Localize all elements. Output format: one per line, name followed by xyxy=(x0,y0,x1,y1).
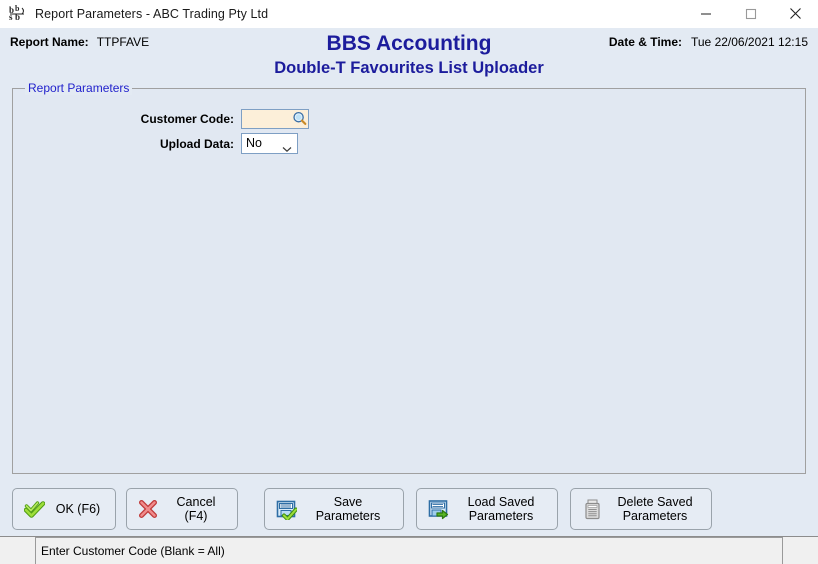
red-cross-icon xyxy=(137,498,159,520)
customer-code-label: Customer Code: xyxy=(140,111,234,126)
report-name-block: Report Name: TTPFAVE xyxy=(10,35,149,49)
close-button[interactable] xyxy=(773,0,818,27)
field-row-customer-code: Customer Code: xyxy=(13,107,318,130)
shredder-icon xyxy=(581,498,603,520)
chevron-down-icon[interactable] xyxy=(282,140,292,153)
cancel-button[interactable]: Cancel (F4) xyxy=(126,488,238,530)
report-name-label: Report Name: xyxy=(10,35,89,49)
report-header: Report Name: TTPFAVE BBS Accounting Doubl… xyxy=(0,28,818,82)
datetime-value: Tue 22/06/2021 12:15 xyxy=(691,35,808,49)
load-saved-parameters-button-label: Load Saved Parameters xyxy=(467,495,535,523)
report-title: Double-T Favourites List Uploader xyxy=(274,59,544,77)
group-legend: Report Parameters xyxy=(25,81,133,95)
ok-button[interactable]: OK (F6) xyxy=(12,488,116,530)
save-parameters-button[interactable]: Save Parameters xyxy=(264,488,404,530)
load-saved-parameters-button[interactable]: Load Saved Parameters xyxy=(416,488,558,530)
report-name-value: TTPFAVE xyxy=(96,35,150,49)
datetime-block: Date & Time: Tue 22/06/2021 12:15 xyxy=(609,35,808,49)
customer-code-input[interactable] xyxy=(242,110,293,127)
green-check-icon xyxy=(23,498,45,520)
status-bar-left-gap xyxy=(0,537,35,564)
load-disk-arrow-icon xyxy=(427,498,449,520)
upload-data-select[interactable]: No xyxy=(241,133,298,154)
upload-data-value: No xyxy=(246,136,262,150)
field-row-upload-data: Upload Data: No xyxy=(13,132,318,155)
parameter-fields: Customer Code: Upload Data: No xyxy=(13,107,318,157)
delete-saved-parameters-button[interactable]: Delete Saved Parameters xyxy=(570,488,712,530)
button-bar: OK (F6) Cancel (F4) Save Parameters Load… xyxy=(0,482,818,536)
delete-saved-parameters-button-label: Delete Saved Parameters xyxy=(617,495,693,523)
magnifier-lookup-icon[interactable] xyxy=(291,111,307,127)
window-title: Report Parameters - ABC Trading Pty Ltd xyxy=(35,6,269,21)
bbs-logo-icon: b b s b xyxy=(7,4,29,24)
report-parameters-window: b b s b Report Parameters - ABC Trading … xyxy=(0,0,818,564)
upload-data-label: Upload Data: xyxy=(159,136,234,151)
minimize-button[interactable] xyxy=(683,0,728,27)
maximize-button[interactable] xyxy=(728,0,773,27)
save-parameters-button-label: Save Parameters xyxy=(315,495,381,523)
status-bar-right-pane xyxy=(785,537,818,564)
customer-code-input-wrap[interactable] xyxy=(241,108,309,129)
status-bar-message: Enter Customer Code (Blank = All) xyxy=(35,537,783,564)
datetime-label: Date & Time: xyxy=(608,35,682,49)
main-body: Report Parameters Customer Code: Upload … xyxy=(0,81,818,482)
save-disk-check-icon xyxy=(275,498,297,520)
status-bar: Enter Customer Code (Blank = All) xyxy=(0,536,818,564)
report-parameters-group: Report Parameters Customer Code: Upload … xyxy=(12,81,806,474)
window-controls xyxy=(683,0,818,27)
title-bar: b b s b Report Parameters - ABC Trading … xyxy=(0,0,818,28)
cancel-button-label: Cancel (F4) xyxy=(176,495,216,523)
ok-button-label: OK (F6) xyxy=(55,502,101,516)
